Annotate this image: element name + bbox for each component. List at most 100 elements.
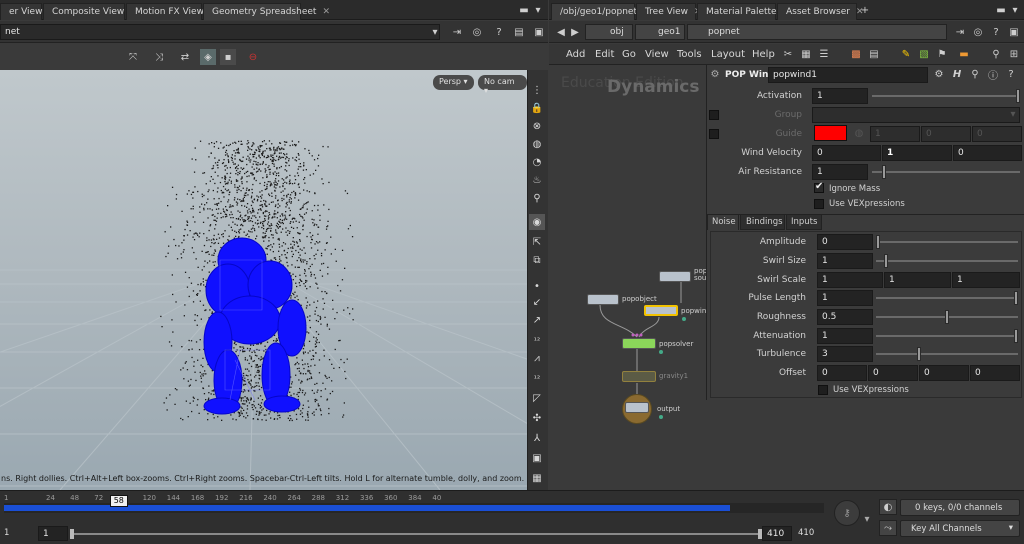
tab-network-editor[interactable]: /obj/geo1/popnet✕ — [551, 3, 651, 20]
tab-asset-browser[interactable]: Asset Browser ✕ — [777, 3, 863, 20]
swirl-size-field[interactable]: 1 — [817, 253, 873, 269]
slider-knob[interactable] — [945, 310, 949, 324]
start-frame-field[interactable]: 1 — [38, 526, 68, 541]
bulb-icon[interactable]: ♨ — [529, 172, 545, 188]
tab-inputs[interactable]: Inputs — [786, 214, 822, 230]
target-icon[interactable]: ⚲ — [529, 190, 545, 206]
chevron-down-icon[interactable]: ▾ — [430, 25, 440, 39]
pin-icon[interactable]: ⇥ — [450, 25, 464, 39]
folder-icon[interactable]: ▬ — [957, 47, 971, 61]
guide-b-field[interactable]: 0 — [972, 126, 1022, 142]
slider-knob[interactable] — [881, 165, 886, 179]
menu-edit[interactable]: Edit — [595, 49, 614, 60]
camera-icon[interactable]: ⊗ — [529, 118, 545, 134]
swirl-size-slider[interactable] — [876, 254, 1018, 268]
pulse-length-slider[interactable] — [876, 291, 1018, 305]
sticky-note-icon[interactable]: ✎ — [899, 47, 913, 61]
ghost-icon[interactable]: ◉ — [529, 214, 545, 230]
swirl-scale-z-field[interactable]: 1 — [952, 272, 1020, 288]
node-output[interactable] — [625, 402, 649, 413]
offset-x-field[interactable]: 0 — [817, 365, 867, 381]
search-icon[interactable]: ⚲ — [968, 67, 982, 81]
pane-options-icon[interactable]: ▾ — [1009, 4, 1021, 16]
swirl-scale-x-field[interactable]: 1 — [817, 272, 883, 288]
display-options-icon[interactable]: ▦ — [529, 470, 545, 486]
node-popobject[interactable] — [587, 294, 619, 305]
viewport[interactable]: Persp ▾ No cam ▾ ns. Right dollies. Ctrl… — [0, 70, 527, 490]
snap-prim-icon[interactable]: ⤨ — [152, 50, 166, 64]
tab-motion-fx-view[interactable]: Motion FX View✕ — [126, 3, 217, 20]
info-icon[interactable]: ⓘ — [986, 67, 1000, 82]
slider-knob[interactable] — [883, 254, 888, 268]
pane-menu-icon[interactable]: ▬ — [518, 4, 530, 16]
tab-material-palette[interactable]: Material Palette✕ — [697, 3, 790, 20]
pulse-length-field[interactable]: 1 — [817, 290, 873, 306]
split-icon[interactable]: ▤ — [512, 25, 526, 39]
tab-tree-view[interactable]: Tree View✕ — [636, 3, 702, 20]
tab-bindings[interactable]: Bindings — [740, 214, 785, 230]
attenuation-field[interactable]: 1 — [817, 328, 873, 344]
help-h-icon[interactable]: H — [950, 67, 964, 81]
ignore-mass-checkbox[interactable]: ✔ — [814, 181, 824, 193]
number-prims-icon[interactable]: ¹² — [529, 370, 545, 386]
snap-grid-icon[interactable]: ⤧ — [126, 50, 140, 64]
tab-geometry-spreadsheet[interactable]: Geometry Spreadsheet ✕ — [203, 3, 330, 20]
network-grid-icon[interactable]: ▤ — [867, 47, 881, 61]
path-obj[interactable]: obj — [585, 24, 633, 40]
maximize-icon[interactable]: ▣ — [1007, 25, 1021, 39]
display-icon[interactable]: ◈ — [200, 49, 216, 65]
pin-icon[interactable]: ⇥ — [953, 25, 967, 39]
menu-add[interactable]: Add — [566, 49, 585, 60]
persp-menu[interactable]: Persp ▾ — [433, 75, 474, 90]
node-source[interactable] — [659, 271, 691, 282]
tools-icon[interactable]: ✂ — [781, 47, 795, 61]
amplitude-slider[interactable] — [876, 235, 1018, 249]
node-popsolver[interactable] — [622, 338, 656, 349]
use-vex-noise-checkbox[interactable] — [818, 385, 828, 395]
path-geo1[interactable]: geo1 — [635, 24, 685, 40]
key-all-channels-button[interactable]: Key All Channels ▾ — [900, 520, 1020, 537]
color-picker-icon[interactable]: ◍ — [852, 126, 866, 140]
range-slider[interactable] — [72, 533, 762, 535]
pane-menu-icon[interactable]: ▬ — [995, 4, 1007, 16]
attenuation-slider[interactable] — [876, 329, 1018, 343]
pane-options-icon[interactable]: ▾ — [532, 4, 544, 16]
channel-list-icon[interactable]: ◐ — [879, 499, 897, 515]
help-icon[interactable]: ? — [989, 25, 1003, 39]
roughness-slider[interactable] — [876, 310, 1018, 324]
point-icon[interactable]: • — [529, 278, 545, 294]
add-tab-icon[interactable]: + — [859, 4, 871, 16]
frame-icon[interactable]: ▣ — [529, 450, 545, 466]
use-vex-checkbox[interactable] — [814, 199, 824, 209]
menu-view[interactable]: View — [645, 49, 669, 60]
menu-layout[interactable]: Layout — [711, 49, 745, 60]
snapshot-icon[interactable]: ⧉ — [529, 252, 545, 268]
amplitude-field[interactable]: 0 — [817, 234, 873, 250]
tab-scene-view[interactable]: er View✕ — [0, 3, 56, 20]
view-icon[interactable]: ⊞ — [1007, 47, 1021, 61]
gear-icon[interactable]: ⚙ — [932, 67, 946, 81]
tab-noise[interactable]: Noise — [707, 214, 739, 230]
swirl-scale-y-field[interactable]: 1 — [884, 272, 951, 288]
flag-icon[interactable]: ⚑ — [935, 47, 949, 61]
guide-color-swatch[interactable] — [814, 125, 847, 141]
roughness-field[interactable]: 0.5 — [817, 309, 873, 325]
bounding-box-icon[interactable]: ◸ — [529, 390, 545, 406]
menu-tools[interactable]: Tools — [677, 49, 702, 60]
shade-icon[interactable]: ▪ — [220, 49, 236, 65]
node-popwind1[interactable] — [644, 305, 678, 316]
grid-icon[interactable]: ▦ — [799, 47, 813, 61]
help-icon[interactable]: ? — [1004, 67, 1018, 81]
back-icon[interactable]: ◀ — [555, 25, 567, 39]
slider-knob[interactable] — [1014, 329, 1018, 343]
prim-normal-icon[interactable]: ⩘ — [529, 350, 545, 366]
snap-point-icon[interactable]: ⇄ — [178, 50, 192, 64]
range-start-handle[interactable] — [70, 529, 74, 539]
chevron-down-icon[interactable]: ▾ — [1007, 108, 1019, 120]
node-name-field[interactable]: popwind1 — [768, 67, 928, 83]
image-icon[interactable]: ▧ — [917, 47, 931, 61]
activation-slider[interactable] — [872, 89, 1020, 103]
slider-knob[interactable] — [1016, 89, 1020, 103]
offset-y-field[interactable]: 0 — [868, 365, 918, 381]
link-icon[interactable]: ◎ — [470, 25, 484, 39]
